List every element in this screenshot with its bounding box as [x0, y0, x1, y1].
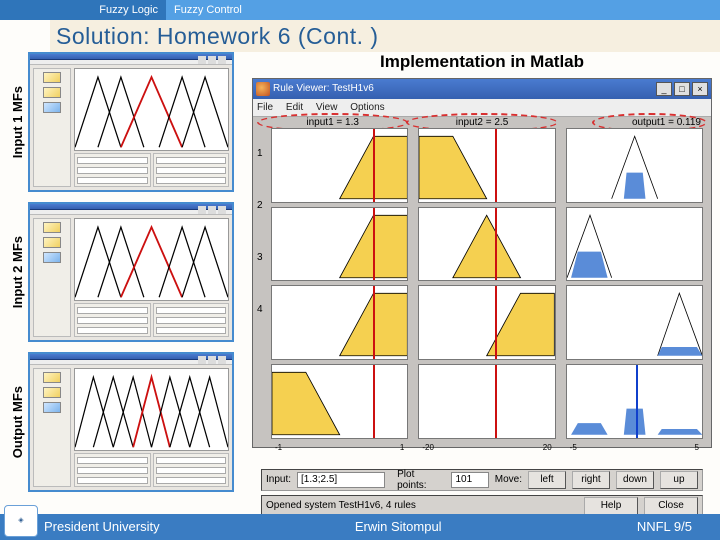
- rule-cell[interactable]: [418, 128, 555, 203]
- menu-options[interactable]: Options: [350, 102, 384, 113]
- menu-edit[interactable]: Edit: [286, 102, 303, 113]
- axis-in1: -11: [271, 443, 408, 455]
- rule-viewer-menubar: File Edit View Options: [253, 99, 711, 117]
- mf-label-output: Output MFs: [10, 386, 28, 458]
- row-num-2: 2: [257, 200, 263, 211]
- mf-panel-input2: [28, 202, 234, 342]
- input-field[interactable]: [1.3;2.5]: [297, 472, 385, 488]
- menu-file[interactable]: File: [257, 102, 273, 113]
- move-right-button[interactable]: right: [572, 471, 610, 489]
- rule-cell[interactable]: [271, 207, 408, 282]
- title-row: Solution: Homework 6 (Cont. ): [0, 20, 720, 52]
- university-logo: ◈: [4, 505, 38, 537]
- left-column: Input 1 MFs: [10, 52, 234, 514]
- minimize-button[interactable]: _: [656, 82, 672, 96]
- matlab-icon: [256, 82, 270, 96]
- status-text: Opened system TestH1v6, 4 rules: [266, 500, 416, 511]
- implementation-title: Implementation in Matlab: [252, 52, 712, 72]
- rule-cell[interactable]: [271, 285, 408, 360]
- mf-label-input1: Input 1 MFs: [10, 86, 28, 158]
- footer-center: Erwin Sitompul: [355, 514, 442, 540]
- row-num-4: 4: [257, 304, 263, 315]
- input-label: Input:: [266, 474, 291, 485]
- rule-cell[interactable]: [418, 285, 555, 360]
- rule-cell[interactable]: [418, 207, 555, 282]
- footer: ◈ President University Erwin Sitompul NN…: [0, 514, 720, 540]
- mf-block-output: Output MFs: [10, 352, 234, 492]
- mf-panel-input1: [28, 52, 234, 192]
- mf-block-input2: Input 2 MFs: [10, 202, 234, 342]
- right-column: Implementation in Matlab Rule Viewer: Te…: [252, 52, 712, 514]
- rule-viewer-title: Rule Viewer: TestH1v6: [273, 83, 374, 94]
- mf-label-input2: Input 2 MFs: [10, 236, 28, 308]
- rule-viewer-header: input1 = 1.3 input2 = 2.5 output1 = 0.11…: [253, 117, 711, 128]
- header-input1: input1 = 1.3: [263, 117, 402, 128]
- plot-points-label: Plot points:: [397, 469, 445, 491]
- rule-viewer-titlebar: Rule Viewer: TestH1v6 _ □ ×: [253, 79, 711, 99]
- move-up-button[interactable]: up: [660, 471, 698, 489]
- rule-viewer-window: Rule Viewer: TestH1v6 _ □ × File Edit Vi…: [252, 78, 712, 448]
- axis-out: -55: [566, 443, 703, 455]
- rule-cell[interactable]: [271, 128, 408, 203]
- footer-right: NNFL 9/5: [637, 514, 692, 540]
- header-output1: output1 = 0.119: [562, 117, 701, 128]
- row-num-3: 3: [257, 252, 263, 263]
- rule-cell[interactable]: [566, 285, 703, 360]
- rule-cell[interactable]: [566, 207, 703, 282]
- rule-viewer-grid: 1 2 3 4: [253, 128, 711, 463]
- rule-cell[interactable]: [566, 128, 703, 203]
- topbar: Fuzzy Logic Fuzzy Control: [0, 0, 720, 20]
- close-button[interactable]: ×: [692, 82, 708, 96]
- rule-cell[interactable]: [566, 364, 703, 439]
- maximize-button[interactable]: □: [674, 82, 690, 96]
- mf-block-input1: Input 1 MFs: [10, 52, 234, 192]
- axis-in2: -2020: [418, 443, 555, 455]
- close-panel-button[interactable]: Close: [644, 497, 698, 515]
- menu-view[interactable]: View: [316, 102, 338, 113]
- topbar-section-left: Fuzzy Logic: [0, 0, 166, 20]
- header-input2: input2 = 2.5: [412, 117, 551, 128]
- footer-left: President University: [44, 514, 160, 540]
- rule-cell[interactable]: [418, 364, 555, 439]
- plot-points-field[interactable]: 101: [451, 472, 488, 488]
- move-label: Move:: [495, 474, 522, 485]
- move-down-button[interactable]: down: [616, 471, 654, 489]
- rule-cell[interactable]: [271, 364, 408, 439]
- slide-title: Solution: Homework 6 (Cont. ): [50, 20, 720, 52]
- move-left-button[interactable]: left: [528, 471, 566, 489]
- row-num-1: 1: [257, 148, 263, 159]
- topbar-section-right: Fuzzy Control: [166, 0, 720, 20]
- mf-panel-output: [28, 352, 234, 492]
- content-area: Input 1 MFs: [10, 52, 712, 514]
- help-button[interactable]: Help: [584, 497, 638, 515]
